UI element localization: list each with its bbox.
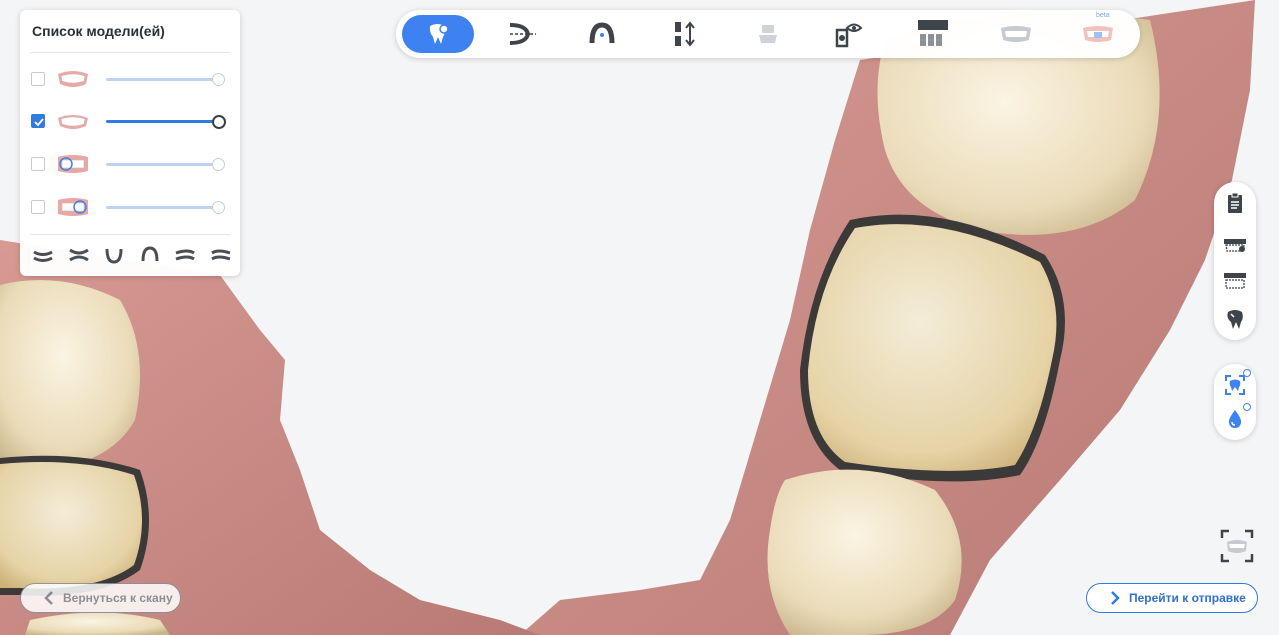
ai-scan-icon xyxy=(1225,375,1245,395)
lower-premolar xyxy=(767,469,962,635)
visibility-slider-handle[interactable] xyxy=(212,201,225,214)
tool-section[interactable] xyxy=(905,15,961,53)
section-icon xyxy=(918,20,948,46)
lower-teeth-button[interactable] xyxy=(1222,268,1248,294)
divider xyxy=(30,234,230,235)
lower-view-icon[interactable] xyxy=(103,246,125,264)
tool-beta[interactable]: beta xyxy=(1070,12,1126,53)
bite-view-icon[interactable] xyxy=(68,246,90,264)
model-row-bite-2 xyxy=(20,191,240,225)
right-view-icon[interactable] xyxy=(210,246,232,264)
panel-title: Список модели(ей) xyxy=(32,23,165,39)
model-checkbox[interactable] xyxy=(31,157,45,171)
tool-arch[interactable] xyxy=(574,15,630,53)
left-view-icon[interactable] xyxy=(174,246,196,264)
beta-tool-icon xyxy=(1083,26,1113,42)
denture-icon xyxy=(1001,26,1031,42)
report-button[interactable] xyxy=(1222,190,1248,216)
tool-bite-adjust[interactable] xyxy=(656,15,712,53)
model-row-upper xyxy=(20,63,240,97)
trim-icon xyxy=(509,23,536,45)
back-to-scan-button[interactable]: Вернуться к скану xyxy=(20,583,181,613)
ai-scan-button[interactable] xyxy=(1222,369,1251,398)
upper-jaw-icon xyxy=(58,71,88,87)
arch-icon xyxy=(589,22,615,44)
chevron-right-icon xyxy=(1111,591,1120,605)
upper-teeth-button[interactable] xyxy=(1222,232,1248,258)
model-checkbox[interactable] xyxy=(31,72,45,86)
model-row-lower xyxy=(20,105,240,139)
chevron-left-icon xyxy=(44,591,53,605)
front-view-icon[interactable] xyxy=(32,246,54,264)
check-icon xyxy=(34,118,44,127)
tool-crown[interactable] xyxy=(740,15,796,53)
visibility-icon xyxy=(835,23,863,48)
bite-scan-2-icon xyxy=(58,198,88,216)
visibility-slider-track[interactable] xyxy=(106,206,218,209)
upper-view-icon[interactable] xyxy=(139,246,161,264)
visibility-slider-handle[interactable] xyxy=(212,73,225,86)
moisture-button[interactable] xyxy=(1222,403,1251,432)
tooth-icon xyxy=(1227,310,1243,329)
tool-tooth-select[interactable] xyxy=(402,15,474,53)
view-buttons xyxy=(32,246,232,266)
model-checkbox-checked[interactable] xyxy=(31,114,45,128)
bite-scan-icon xyxy=(58,155,88,173)
model-checkbox[interactable] xyxy=(31,200,45,214)
divider xyxy=(30,52,230,53)
model-list-panel: Список модели(ей) xyxy=(20,10,240,276)
visibility-slider-handle[interactable] xyxy=(212,115,226,129)
status-dot xyxy=(1243,369,1251,377)
tool-visibility[interactable] xyxy=(820,15,876,53)
moisture-icon xyxy=(1228,410,1242,428)
visibility-slider-track[interactable] xyxy=(106,78,218,81)
visibility-slider-handle[interactable] xyxy=(212,158,225,171)
fit-view-button[interactable] xyxy=(1220,529,1254,563)
model-row-bite-1 xyxy=(20,148,240,182)
right-toolbar-2 xyxy=(1214,364,1256,440)
back-button-label: Вернуться к скану xyxy=(63,591,173,605)
beta-badge: beta xyxy=(1096,12,1110,19)
go-to-send-button[interactable]: Перейти к отправке xyxy=(1086,583,1258,613)
lower-jaw-icon xyxy=(58,115,88,129)
right-toolbar-1 xyxy=(1214,182,1256,340)
crown-icon xyxy=(759,25,777,43)
tooth-select-icon xyxy=(429,24,449,44)
tool-denture[interactable] xyxy=(988,15,1044,53)
visibility-slider-track[interactable] xyxy=(106,163,218,166)
top-toolbar: beta xyxy=(396,10,1140,58)
tool-trim[interactable] xyxy=(494,15,550,53)
next-button-label: Перейти к отправке xyxy=(1129,591,1246,605)
prepared-tooth xyxy=(808,224,1057,471)
status-dot xyxy=(1243,403,1251,411)
lower-teeth-icon xyxy=(1224,273,1246,289)
visibility-slider-track[interactable] xyxy=(106,120,218,123)
left-prepared-inner xyxy=(0,462,142,589)
upper-teeth-icon xyxy=(1224,239,1246,252)
tooth-button[interactable] xyxy=(1222,306,1248,332)
bite-adjust-icon xyxy=(675,21,695,47)
report-icon xyxy=(1228,192,1242,213)
